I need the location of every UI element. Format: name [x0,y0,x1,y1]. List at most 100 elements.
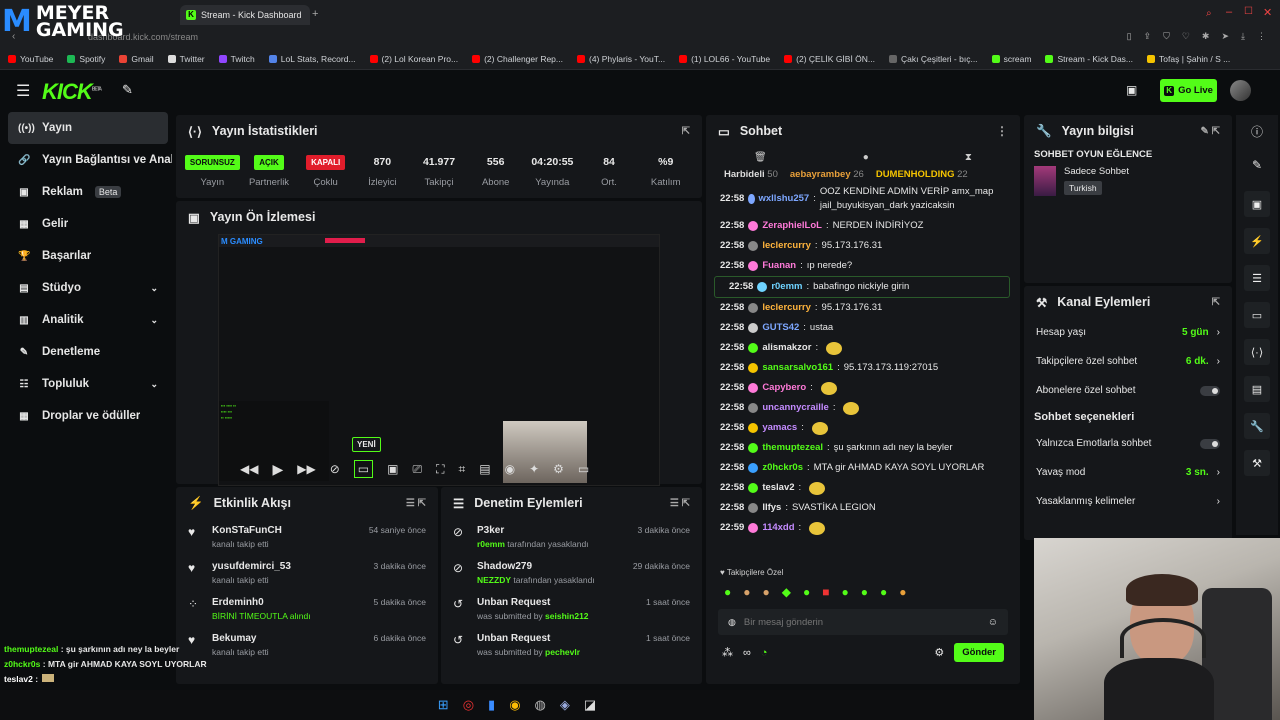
chat-message[interactable]: 22:58 themuptezeal: şu şarkının adı ney la… [706,438,1020,458]
chat-username[interactable]: z0hckr0s [762,461,803,475]
stream-preview-video[interactable]: M GAMING ▪▪▪ ▪▪▪▪ ▪▪ ▪▪▪▪ ▪▪▪ ▪▪ ▪▪▪▪▪ [218,234,660,486]
chat-username[interactable]: 114xdd [762,521,794,535]
filter-icon[interactable]: ☰ ⇱ [406,498,426,509]
chat-message[interactable]: 22:58 llfys: SVASTİKA LEGION [706,498,1020,518]
close-icon[interactable]: ✕ [1263,6,1272,19]
pin-icon[interactable]: ✎ [122,82,133,98]
chevron-right-icon[interactable]: › [1217,467,1220,478]
chat-message[interactable]: 22:58 r0emm: babafingo nickiyle girin [714,276,1010,298]
maximize-icon[interactable]: ☐ [1244,6,1253,17]
chevron-down-icon[interactable]: ⌄ [150,379,158,390]
chat-username[interactable]: r0emm [771,280,802,294]
rewind-icon[interactable]: ◀◀ [240,462,258,476]
emote-icon[interactable]: ● [861,585,868,599]
bookmark-item[interactable]: YouTube [8,54,53,64]
bookmark-item[interactable]: Çakı Çeşitleri - bıç... [889,54,978,64]
hamburger-icon[interactable]: ☰ [16,81,30,101]
sidebar-item-9[interactable]: ▦ Droplar ve ödüller [0,400,172,432]
chat-message[interactable]: 22:58 Fuanan: ıp nerede? [706,256,1020,276]
chat-username[interactable]: GUTS42 [762,321,799,335]
fullscreen-icon[interactable]: ⛶ [436,462,444,477]
preview-toggle-icon[interactable]: ▣ [1244,191,1270,217]
timer-icon[interactable]: ◔ [761,647,768,659]
chevron-right-icon[interactable]: › [1217,496,1220,507]
bookmark-item[interactable]: (2) Lol Korean Pro... [369,54,458,64]
emote-icon[interactable]: ◆ [782,585,791,599]
activity-item[interactable]: ♥ yusufdemirci_53 kanalı takip etti 3 dakik… [176,555,438,591]
bookmark-item[interactable]: (1) LOL66 - YouTube [679,54,770,64]
channel-action-row[interactable]: Abonelere özel sohbet [1024,376,1232,405]
heart-icon[interactable]: ♡ [1182,31,1190,42]
theater-mode-icon[interactable]: ▣ [1126,83,1137,97]
chat-username[interactable]: teslav2 [762,481,794,495]
bolt-icon[interactable]: ⚡ [1244,228,1270,254]
chat-bubble-icon[interactable]: ● [863,152,869,163]
bookmark-item[interactable]: (2) Challenger Rep... [472,54,563,64]
activity-user[interactable]: yusufdemirci_53 [212,561,291,572]
broadcast-icon[interactable]: ⟨·⟩ [1244,339,1270,365]
channel-action-row[interactable]: Yavaş mod 3 sn. › [1024,458,1232,487]
pip-icon[interactable]: ▣ [387,462,398,476]
emote-icon[interactable]: ● [803,585,810,599]
chat-message[interactable]: 22:58 teslav2: [706,478,1020,498]
send-button[interactable]: Gönder [954,643,1004,662]
bookmark-item[interactable]: Gmail [119,54,154,64]
forward-icon[interactable]: ▶▶ [297,462,315,476]
bookmark-item[interactable]: LoL Stats, Record... [268,54,356,64]
chat-username[interactable]: llfys [762,501,781,515]
download-icon[interactable]: ⤓ [1241,31,1245,42]
sidebar-item-5[interactable]: ▤ Stüdyo ⌄ [0,272,172,304]
extensions-icon[interactable]: ✱ [1202,31,1210,42]
emote-icon[interactable]: ● [899,585,906,599]
app-icon[interactable]: ◪ [584,697,596,713]
chat-message[interactable]: 22:58 wxllshu257: OOZ KENDİNE ADMİN VERİP … [706,182,1020,216]
crop-icon[interactable]: ⌗ [458,462,465,477]
edit-icon[interactable]: ✎ ⇱ [1200,126,1220,137]
chat-username[interactable]: leclercurry [762,301,811,315]
emote-icon[interactable]: ● [724,585,731,599]
chat-toggle-icon[interactable]: ▭ [1244,302,1270,328]
moderation-user[interactable]: NEZZDY [477,575,511,585]
chat-message[interactable]: 22:58 sansarsalvo161:95.173.173.119:27015 [706,358,1020,378]
sidebar-item-1[interactable]: 🔗 Yayın Bağlantısı ve Anahtarı [0,144,172,176]
bookmark-item[interactable]: Twitch [218,54,255,64]
activity-user[interactable]: Erdeminh0 [212,597,311,608]
chat-message[interactable]: 22:58 alismakzor: [706,338,1020,358]
layout-icon[interactable]: ▤ [1244,376,1270,402]
info-icon[interactable]: ⓘ [1236,115,1278,147]
chevron-right-icon[interactable]: › [1217,356,1220,367]
chevron-down-icon[interactable]: ⌄ [150,283,158,294]
sidebar-item-3[interactable]: ▦ Gelir [0,208,172,240]
menu-icon[interactable]: ⋮ [1257,31,1266,42]
mod-tools-icon[interactable]: ⁂ [722,646,733,659]
chat-message[interactable]: 22:58 leclercurry:95.173.176.31 [706,236,1020,256]
chat-username[interactable]: ZeraphielLoL [762,219,822,233]
go-live-button[interactable]: K Go Live [1160,79,1217,102]
expand-icon[interactable]: ⇱ [682,126,690,137]
stats-icon[interactable]: ▤ [479,462,490,476]
channel-action-row[interactable]: Takipçilere özel sohbet 6 dk. › [1024,347,1232,376]
moderation-item[interactable]: ⊘ P3ker r0emm tarafından yasaklandı 3 dakik… [441,519,702,555]
chat-username[interactable]: themuptezeal [762,441,823,455]
top-gifter[interactable]: DUMENHOLDING 22 [876,169,968,180]
moderation-item[interactable]: ↺ Unban Request was submitted by seishin21… [441,591,702,627]
channel-action-row[interactable]: Yasaklanmış kelimeler › [1024,487,1232,516]
chat-message[interactable]: 22:58 Capybero: [706,378,1020,398]
mute-icon[interactable]: ⊘ [330,462,340,476]
infinity-icon[interactable]: ∞ [743,647,751,659]
chat-message[interactable]: 22:59 114xdd: [706,518,1020,538]
sidebar-item-7[interactable]: ✎ Denetleme [0,336,172,368]
sidebar-item-6[interactable]: ▥ Analitik ⌄ [0,304,172,336]
kick-logo[interactable]: KICKBETA [42,79,102,105]
chat-message[interactable]: 22:58 yamacs: [706,418,1020,438]
moderation-target[interactable]: Shadow279 [477,561,595,572]
emoji-icon[interactable]: ☺ [988,617,998,628]
expand-icon[interactable]: ⇱ [1212,297,1220,308]
search-icon[interactable]: ⌕ [1206,8,1212,19]
chat-username[interactable]: Fuanan [762,259,796,273]
chat-message[interactable]: 22:58 GUTS42: ustaa [706,318,1020,338]
send-icon[interactable]: ➤ [1221,31,1229,42]
moderation-user[interactable]: seishin212 [545,611,588,621]
shield-icon[interactable]: ⛉ [1163,31,1170,42]
chat-message[interactable]: 22:58 ZeraphielLoL: NERDEN İNDİRİYOZ [706,216,1020,236]
